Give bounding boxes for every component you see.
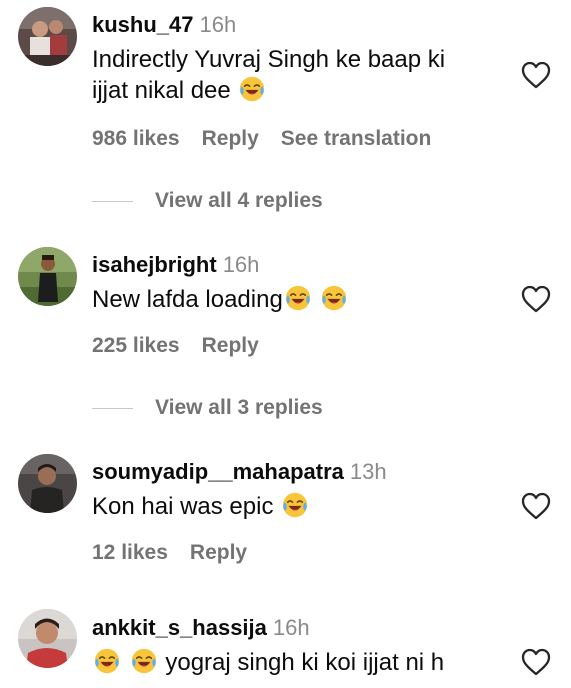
username[interactable]: ankkit_s_hassija — [92, 615, 267, 640]
timestamp: 16h — [272, 615, 310, 640]
avatar[interactable] — [18, 454, 77, 513]
reply-button[interactable]: Reply — [202, 334, 259, 357]
comment-text: Kon hai was epic — [92, 491, 512, 522]
heart-outline-icon[interactable] — [521, 492, 551, 520]
timestamp: 16h — [199, 12, 237, 37]
heart-outline-icon[interactable] — [521, 61, 551, 89]
face-with-tears-of-joy-emoji — [239, 76, 265, 102]
comment-text-segment: yograj singh ki koi ijjat ni h — [165, 649, 445, 676]
comment-header: isahejbright 16h — [92, 252, 259, 278]
view-replies-label[interactable]: View all 4 replies — [155, 188, 323, 214]
avatar[interactable] — [18, 609, 77, 668]
comment-header: soumyadip__mahapatra 13h — [92, 459, 387, 485]
comment-header: kushu_47 16h — [92, 12, 236, 38]
view-replies-label[interactable]: View all 3 replies — [155, 395, 323, 421]
face-with-tears-of-joy-emoji — [321, 285, 347, 311]
comment-text: yograj singh ki koi ijjat ni h — [92, 647, 512, 678]
timestamp: 16h — [222, 252, 260, 277]
comment-text-segment: Kon hai was epic — [92, 493, 274, 520]
likes-count[interactable]: 12 likes — [92, 541, 168, 564]
comment-text: Indirectly Yuvraj Singh ke baap ki ijjat… — [92, 44, 512, 106]
comment-header: ankkit_s_hassija 16h — [92, 615, 310, 641]
face-with-tears-of-joy-emoji — [282, 492, 308, 518]
face-with-tears-of-joy-emoji — [131, 648, 157, 674]
see-translation-button[interactable]: See translation — [281, 127, 432, 150]
avatar[interactable] — [18, 7, 77, 66]
comment-text-line: Indirectly Yuvraj Singh ke baap ki — [92, 46, 446, 73]
divider — [92, 201, 133, 202]
avatar[interactable] — [18, 247, 77, 306]
view-replies-button[interactable]: View all 3 replies — [92, 395, 512, 421]
view-replies-button[interactable]: View all 4 replies — [92, 188, 512, 214]
face-with-tears-of-joy-emoji — [285, 285, 311, 311]
comment-text: New lafda loading — [92, 284, 512, 315]
username[interactable]: kushu_47 — [92, 12, 194, 37]
comment-actions: 225 likes Reply — [92, 333, 281, 359]
timestamp: 13h — [349, 459, 387, 484]
heart-outline-icon[interactable] — [521, 285, 551, 313]
face-with-tears-of-joy-emoji — [94, 648, 120, 674]
comment-actions: 986 likes Reply See translation — [92, 126, 453, 152]
comment-text-segment: New lafda loading — [92, 286, 283, 313]
username[interactable]: soumyadip__mahapatra — [92, 459, 344, 484]
reply-button[interactable]: Reply — [190, 541, 247, 564]
likes-count[interactable]: 225 likes — [92, 334, 180, 357]
likes-count[interactable]: 986 likes — [92, 127, 180, 150]
comment-actions: 12 likes Reply — [92, 540, 269, 566]
divider — [92, 408, 133, 409]
comment-text-segment: ijjat nikal dee — [92, 77, 231, 104]
comment-text-line: ijjat nikal dee — [92, 75, 512, 106]
username[interactable]: isahejbright — [92, 252, 217, 277]
heart-outline-icon[interactable] — [521, 648, 551, 676]
reply-button[interactable]: Reply — [202, 127, 259, 150]
